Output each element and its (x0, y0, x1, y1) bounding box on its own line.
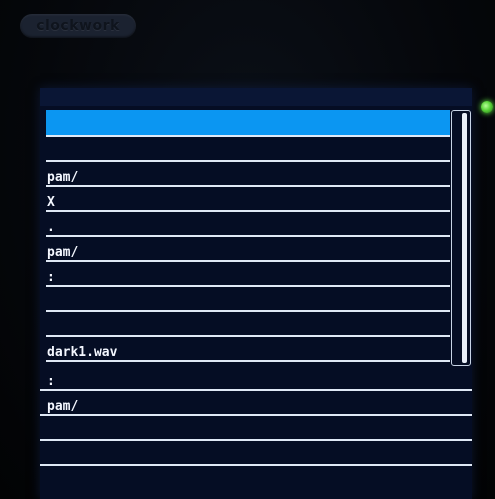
list-item[interactable]: pam/ (40, 391, 472, 416)
list-item-label: . (47, 220, 55, 235)
list-item[interactable]: : (40, 366, 472, 391)
list-item[interactable] (46, 287, 450, 312)
power-led-icon (481, 101, 493, 113)
list-item[interactable] (40, 441, 472, 466)
list-item-label: : (47, 374, 55, 389)
list-item[interactable]: pam/ (46, 162, 450, 187)
device-frame: clockwork pam/ X . pam/ : dark1.wav: pa… (0, 0, 495, 499)
screen: pam/ X . pam/ : dark1.wav: pam/ (40, 88, 472, 499)
list-item-selected[interactable] (46, 110, 450, 137)
list-item[interactable] (40, 416, 472, 441)
list-item-label: pam/ (47, 170, 79, 185)
list-item[interactable]: X (46, 187, 450, 212)
list-item[interactable]: pam/ (46, 237, 450, 262)
list-item-label: : (47, 270, 55, 285)
list-item[interactable]: . (46, 212, 450, 237)
list-item-label: dark1.wav (47, 345, 118, 360)
scrollbar[interactable] (451, 110, 471, 366)
list-item[interactable]: : (46, 262, 450, 287)
screen-title-bar (40, 88, 472, 106)
list-item-label: pam/ (47, 245, 79, 260)
list-item[interactable]: dark1.wav (46, 337, 450, 362)
file-list[interactable]: pam/ X . pam/ : dark1.wav (46, 110, 450, 362)
list-item[interactable] (46, 312, 450, 337)
file-list-continued[interactable]: : pam/ (40, 366, 472, 466)
scrollbar-thumb[interactable] (462, 113, 467, 363)
list-item-label: X (47, 195, 55, 210)
list-item-label: pam/ (47, 399, 79, 414)
brand-logo: clockwork (20, 14, 136, 38)
list-item[interactable] (46, 137, 450, 162)
